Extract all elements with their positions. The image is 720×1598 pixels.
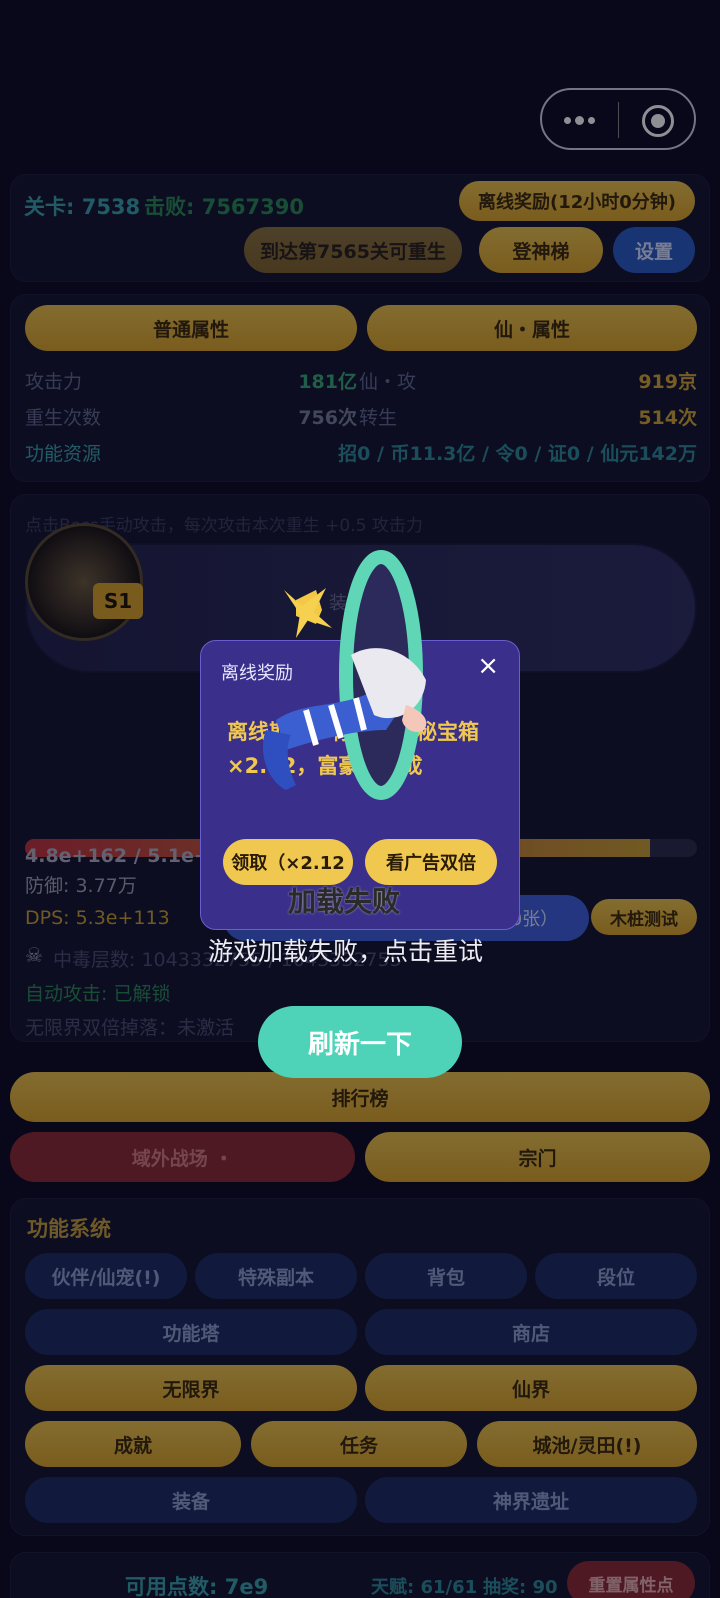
loading-illustration <box>262 550 427 800</box>
error-message[interactable]: 游戏加载失败，点击重试 <box>208 932 483 968</box>
double-ad-button[interactable]: 看广告双倍 <box>365 839 497 885</box>
error-title: 加载失败 <box>288 885 401 918</box>
refresh-button[interactable]: 刷新一下 <box>258 1006 462 1078</box>
modal-close-icon[interactable]: × <box>477 651 499 681</box>
claim-button[interactable]: 领取（×2.12 <box>223 839 353 885</box>
spark-icon <box>284 588 332 638</box>
